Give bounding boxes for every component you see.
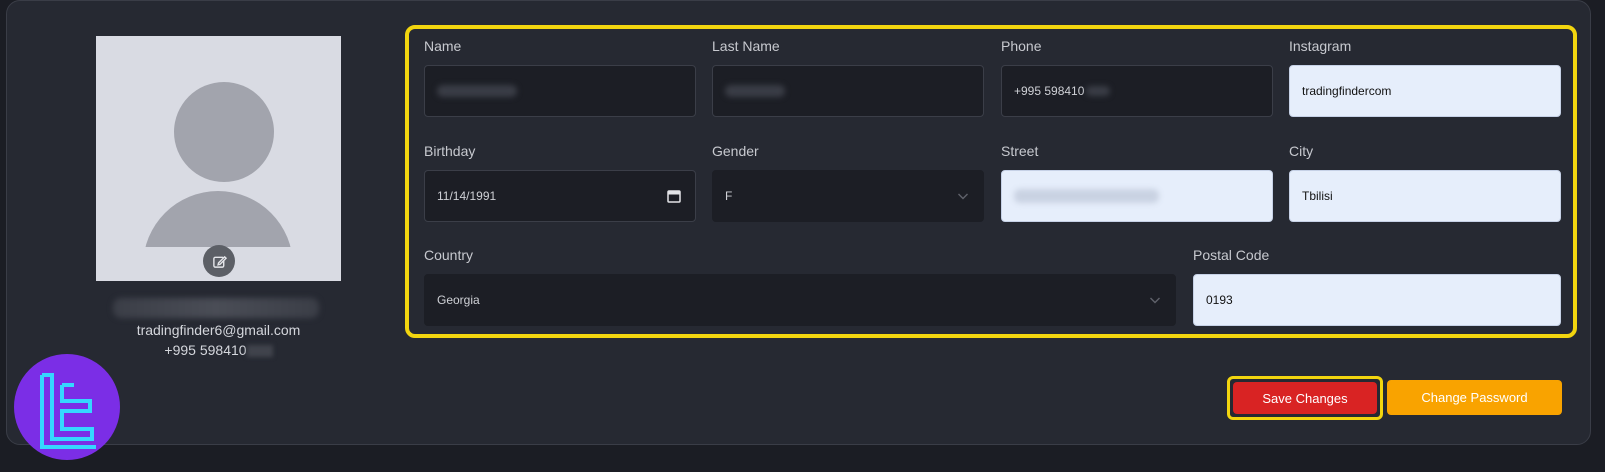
- phone-label: Phone: [1001, 38, 1042, 54]
- avatar: [96, 36, 341, 281]
- name-label: Name: [424, 38, 462, 54]
- logo-mark: [40, 373, 96, 449]
- last-name-input[interactable]: [712, 65, 984, 117]
- change-password-button[interactable]: Change Password: [1387, 380, 1562, 415]
- save-highlight: Save Changes: [1227, 376, 1383, 420]
- calendar-icon[interactable]: [667, 189, 681, 203]
- gender-select[interactable]: F: [712, 170, 984, 222]
- chevron-down-icon: [1150, 297, 1160, 304]
- name-blurred-value: [437, 85, 517, 97]
- country-select[interactable]: Georgia: [424, 274, 1176, 326]
- phone-value: +995 598410: [1014, 84, 1085, 98]
- tradingfinder-logo: [14, 354, 120, 460]
- street-label: Street: [1001, 143, 1039, 159]
- profile-phone: +995 598410: [96, 342, 341, 358]
- street-input[interactable]: [1001, 170, 1273, 222]
- chevron-down-icon: [958, 193, 968, 200]
- postal-code-input[interactable]: 0193: [1193, 274, 1561, 326]
- edit-avatar-button[interactable]: [203, 245, 235, 277]
- birthday-value: 11/14/1991: [437, 189, 497, 203]
- city-label: City: [1289, 143, 1314, 159]
- edit-icon: [212, 255, 227, 268]
- profile-name-blurred: [113, 298, 319, 318]
- last-name-blurred-value: [725, 85, 785, 97]
- profile-email: tradingfinder6@gmail.com: [136, 322, 301, 338]
- profile-phone-text: +995 598410: [164, 342, 247, 358]
- instagram-input[interactable]: tradingfindercom: [1289, 65, 1561, 117]
- phone-input[interactable]: +995 598410: [1001, 65, 1273, 117]
- city-input[interactable]: Tbilisi: [1289, 170, 1561, 222]
- country-value: Georgia: [437, 293, 480, 307]
- phone-blurred-suffix: [1086, 86, 1111, 96]
- instagram-label: Instagram: [1289, 38, 1352, 54]
- birthday-label: Birthday: [424, 143, 476, 159]
- phone-mask: [246, 345, 273, 358]
- city-value: Tbilisi: [1302, 189, 1333, 203]
- gender-label: Gender: [712, 143, 759, 159]
- instagram-value: tradingfindercom: [1302, 84, 1392, 98]
- postal-code-label: Postal Code: [1193, 247, 1270, 263]
- birthday-input[interactable]: 11/14/1991: [424, 170, 696, 222]
- country-label: Country: [424, 247, 474, 263]
- name-input[interactable]: [424, 65, 696, 117]
- gender-value: F: [725, 189, 733, 203]
- street-blurred-value: [1014, 189, 1159, 203]
- last-name-label: Last Name: [712, 38, 780, 54]
- postal-code-value: 0193: [1206, 293, 1233, 307]
- avatar-head: [174, 82, 274, 182]
- save-changes-button[interactable]: Save Changes: [1233, 382, 1377, 414]
